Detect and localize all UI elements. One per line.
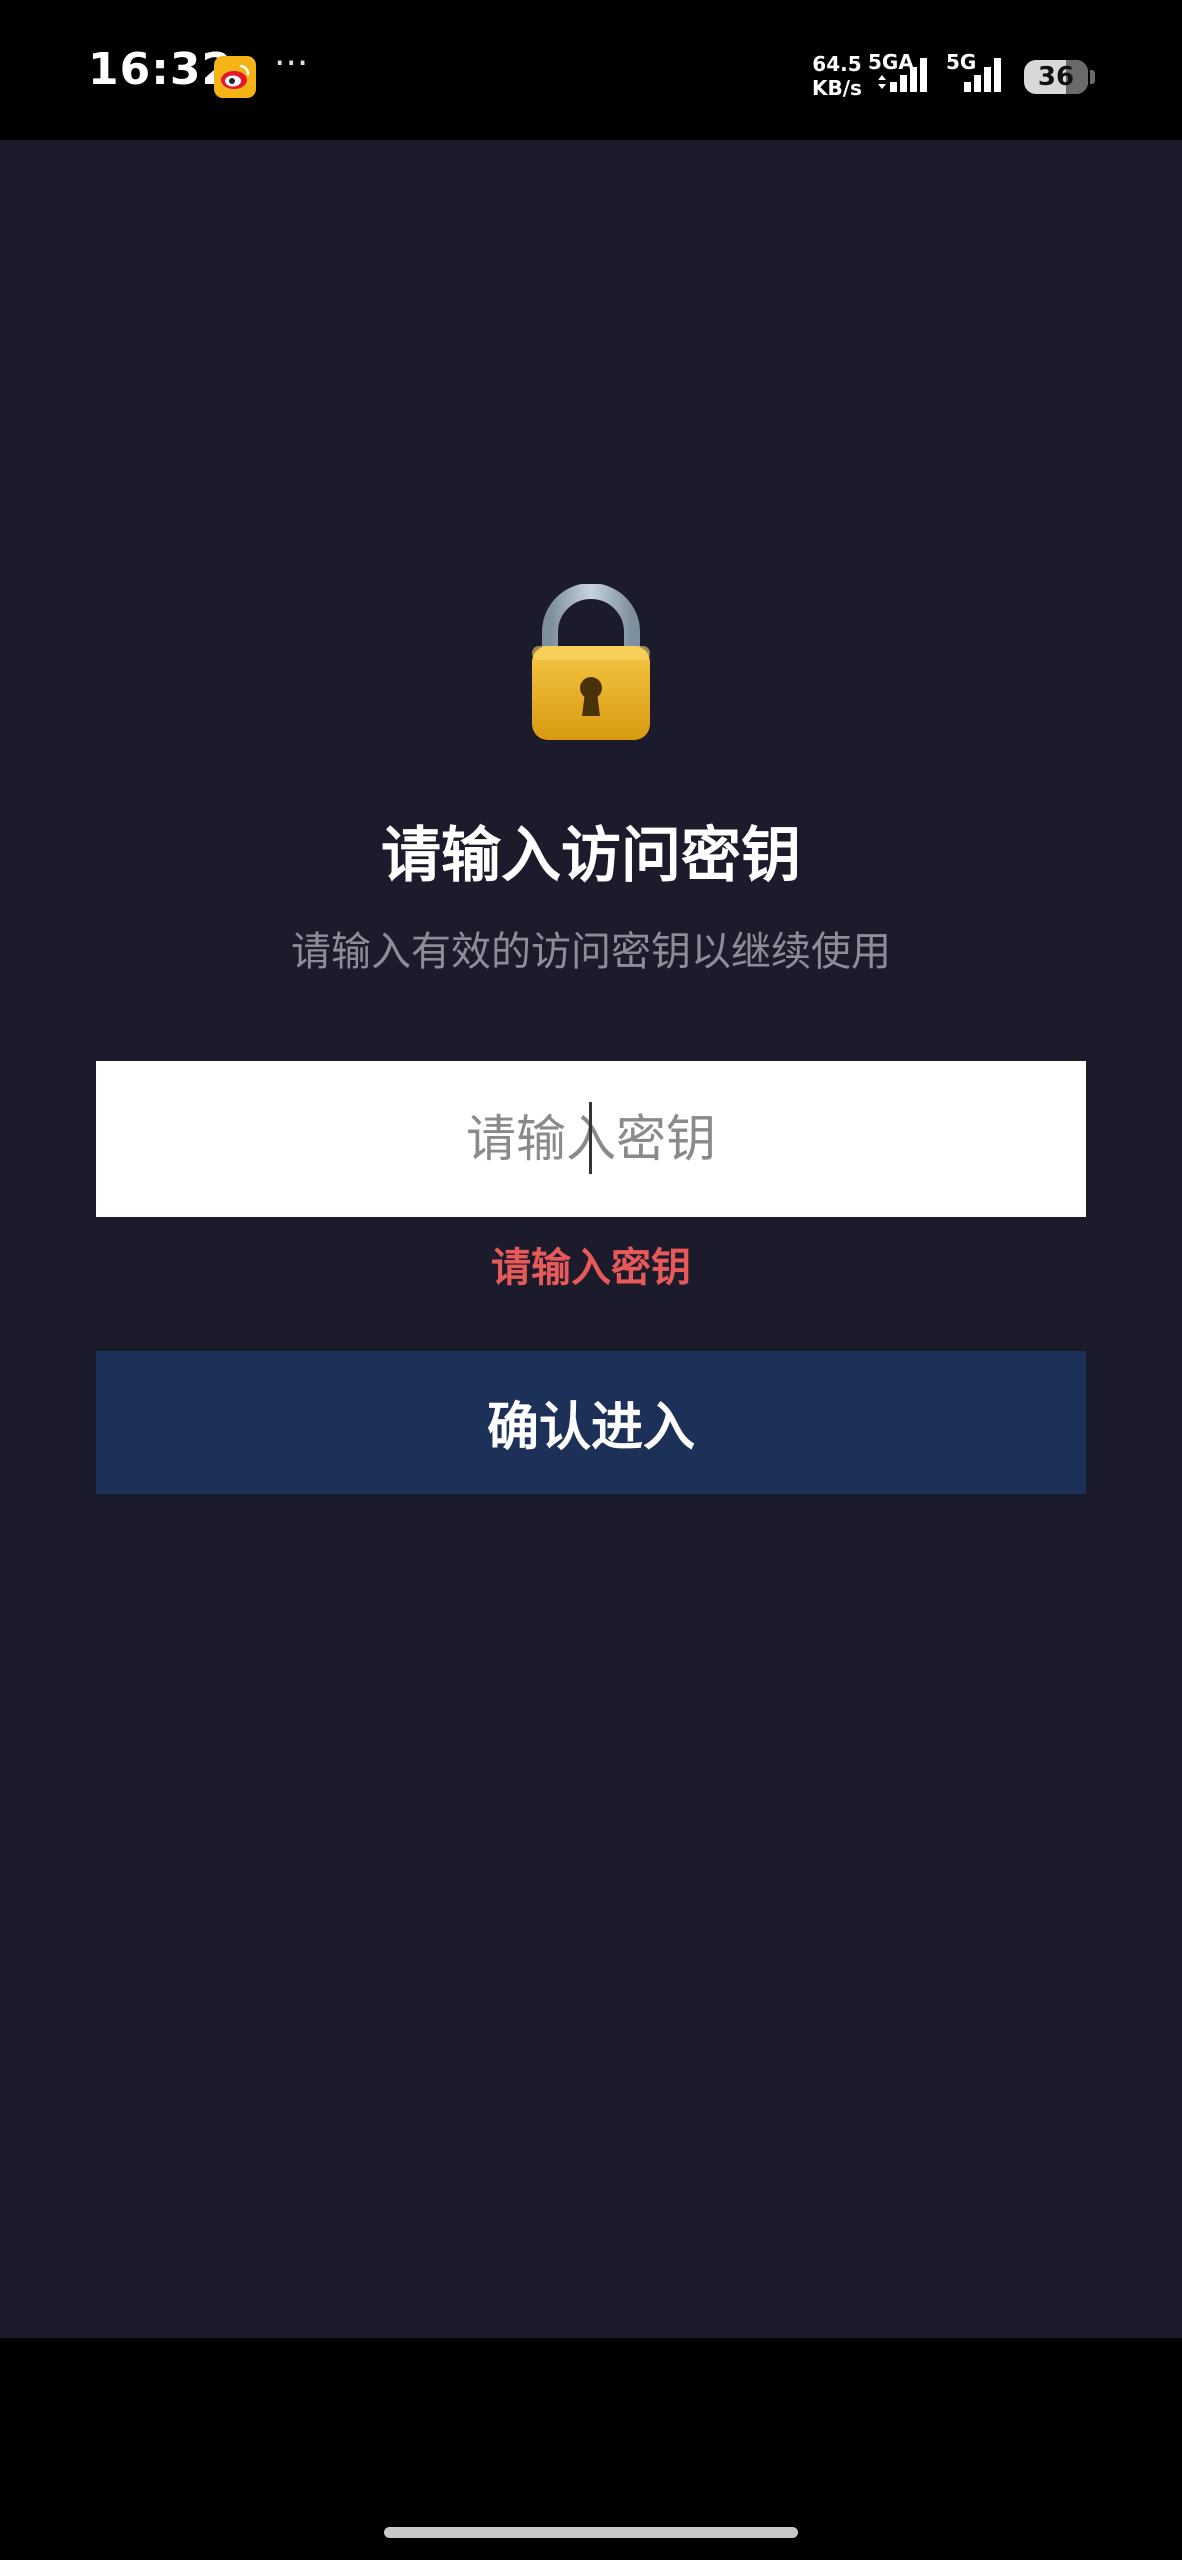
lock-icon (532, 584, 650, 740)
weibo-icon (214, 56, 256, 98)
net-speed-value: 64.5 (812, 52, 862, 76)
more-dots-icon: ··· (274, 43, 309, 84)
net-speed: 64.5 KB/s (812, 52, 862, 100)
battery-level: 36 (1037, 62, 1075, 92)
battery-icon: 36 (1024, 60, 1088, 94)
sim1-signal-icon (878, 58, 927, 92)
navigation-bar (0, 2338, 1182, 2560)
status-time: 16:32 (88, 44, 234, 95)
text-cursor (589, 1102, 592, 1174)
page-subtitle: 请输入有效的访问密钥以继续使用 (291, 929, 891, 975)
sim2-signal-icon (964, 58, 1001, 92)
battery-nub (1090, 70, 1095, 84)
home-indicator[interactable] (384, 2527, 798, 2538)
net-speed-unit: KB/s (812, 76, 862, 100)
app-screen (0, 140, 1182, 2338)
confirm-button[interactable]: 确认进入 (96, 1351, 1086, 1494)
status-bar: 16:32 ··· 64.5 KB/s 5GA 5G 36 (0, 0, 1182, 140)
error-message: 请输入密钥 (491, 1245, 691, 1291)
page-title: 请输入访问密钥 (381, 821, 801, 891)
